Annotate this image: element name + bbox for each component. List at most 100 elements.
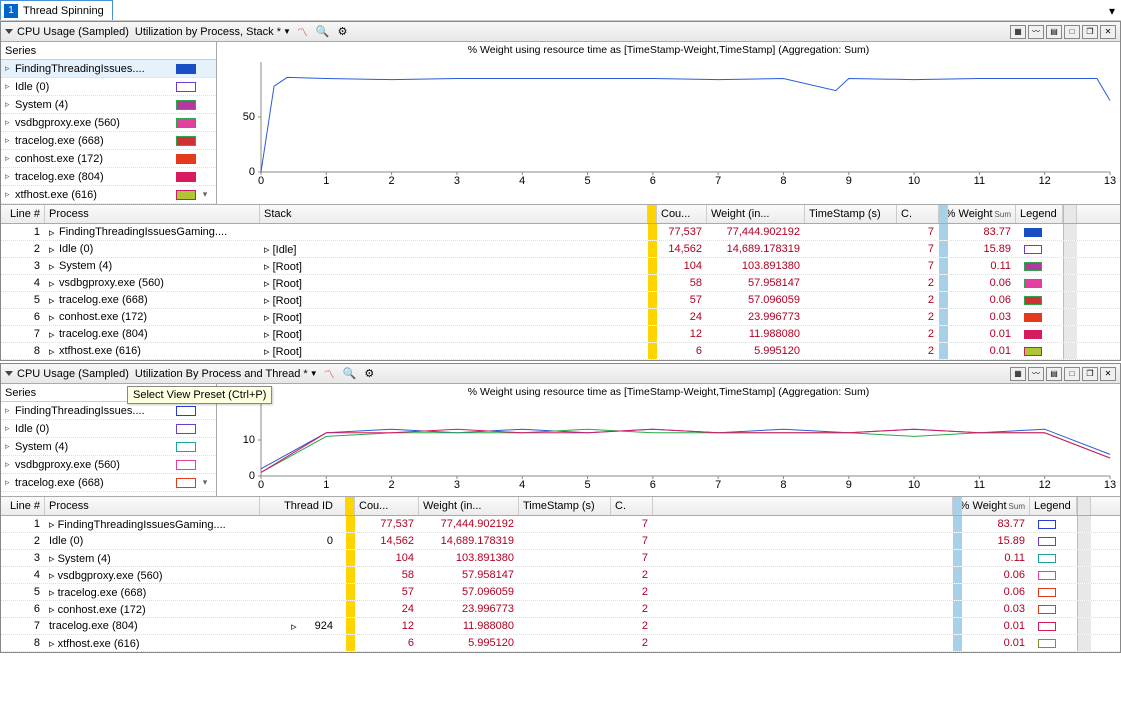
series-label: System (4) (15, 99, 176, 111)
col-timestamp[interactable]: TimeStamp (s) (805, 205, 897, 223)
table-row[interactable]: 6▹conhost.exe (172)▹ [Root]2423.99677320… (1, 309, 1120, 326)
view-table-icon[interactable]: ▦ (1010, 25, 1026, 39)
maximize-icon[interactable]: □ (1064, 25, 1080, 39)
scrollbar[interactable] (1063, 205, 1077, 223)
chart-area-1[interactable]: % Weight using resource time as [TimeSta… (217, 42, 1120, 192)
series-item[interactable]: ▹System (4) (1, 438, 216, 456)
series-item[interactable]: ▹tracelog.exe (804) (1, 168, 216, 186)
table-row[interactable]: 3▹System (4)▹ [Root]104103.89138070.11 (1, 258, 1120, 275)
table-row[interactable]: 8▹ xtfhost.exe (616)65.99512020.01 (1, 635, 1120, 652)
series-item[interactable]: ▹tracelog.exe (668) (1, 132, 216, 150)
expand-icon[interactable]: ▹ (5, 171, 15, 182)
table-row[interactable]: 4▹vsdbgproxy.exe (560)▹ [Root]5857.95814… (1, 275, 1120, 292)
view-both-icon[interactable]: ▤ (1046, 367, 1062, 381)
series-item[interactable]: ▹tracelog.exe (668)▾ (1, 474, 216, 492)
legend-swatch (1038, 588, 1056, 597)
expand-icon[interactable]: ▹ (5, 117, 15, 128)
col-weight[interactable]: Weight (in... (707, 205, 805, 223)
series-item[interactable]: ▹FindingThreadingIssues.... (1, 60, 216, 78)
col-count[interactable]: Cou... (657, 205, 707, 223)
gear-icon[interactable]: ⚙ (338, 25, 348, 38)
series-header: Series (1, 42, 216, 60)
maximize-icon[interactable]: □ (1064, 367, 1080, 381)
expand-icon[interactable]: ▹ (5, 405, 15, 416)
table-row[interactable]: 7 tracelog.exe (804)▹9241211.98808020.01 (1, 618, 1120, 635)
collapse-icon[interactable] (5, 29, 13, 34)
view-table-icon[interactable]: ▦ (1010, 367, 1026, 381)
close-icon[interactable]: ✕ (1100, 367, 1116, 381)
svg-text:2: 2 (389, 479, 395, 491)
table-row[interactable]: 2 Idle (0)014,56214,689.178319715.89 (1, 533, 1120, 550)
svg-text:9: 9 (846, 479, 852, 491)
col-weight[interactable]: Weight (in... (419, 497, 519, 515)
gear-icon[interactable]: ⚙ (364, 367, 374, 380)
expand-icon[interactable]: ▹ (5, 423, 15, 434)
series-item[interactable]: ▹vsdbgproxy.exe (560) (1, 456, 216, 474)
col-pct-weight[interactable]: % WeightSum (948, 205, 1016, 223)
window-menu-icon[interactable]: ▾ (1109, 4, 1115, 18)
view-chart-icon[interactable]: 〰 (1028, 25, 1044, 39)
col-stack[interactable]: Stack (260, 205, 648, 223)
col-line[interactable]: Line # (1, 497, 45, 515)
preset-dropdown[interactable]: Utilization By Process and Thread * ▼ (135, 368, 318, 380)
restore-icon[interactable]: ❐ (1082, 25, 1098, 39)
view-both-icon[interactable]: ▤ (1046, 25, 1062, 39)
expand-icon[interactable]: ▹ (5, 441, 15, 452)
preset-dropdown[interactable]: Utilization by Process, Stack * ▼ (135, 26, 291, 38)
col-process[interactable]: Process (45, 497, 260, 515)
table-row[interactable]: 3▹ System (4)104103.89138070.11 (1, 550, 1120, 567)
col-pct-weight[interactable]: % WeightSum (962, 497, 1030, 515)
table-row[interactable]: 8▹xtfhost.exe (616)▹ [Root]65.99512020.0… (1, 343, 1120, 360)
col-timestamp[interactable]: TimeStamp (s) (519, 497, 611, 515)
table-row[interactable]: 1▹FindingThreadingIssuesGaming....77,537… (1, 224, 1120, 241)
table-row[interactable]: 1▹ FindingThreadingIssuesGaming....77,53… (1, 516, 1120, 533)
view-chart-icon[interactable]: 〰 (1028, 367, 1044, 381)
col-line[interactable]: Line # (1, 205, 45, 223)
col-legend[interactable]: Legend (1030, 497, 1077, 515)
gold-separator (346, 497, 355, 515)
svg-text:8: 8 (780, 479, 786, 491)
col-thread-id[interactable]: Thread ID (260, 497, 346, 515)
chevron-down-icon[interactable]: ▾ (198, 189, 212, 200)
scrollbar[interactable] (1077, 497, 1091, 515)
svg-text:6: 6 (650, 479, 656, 491)
series-item[interactable]: ▹Idle (0) (1, 420, 216, 438)
col-c[interactable]: C. (897, 205, 939, 223)
expand-icon[interactable]: ▹ (5, 459, 15, 470)
series-item[interactable]: ▹Idle (0) (1, 78, 216, 96)
svg-text:8: 8 (780, 175, 786, 187)
series-item[interactable]: ▹vsdbgproxy.exe (560) (1, 114, 216, 132)
series-item[interactable]: ▹System (4) (1, 96, 216, 114)
expand-icon[interactable]: ▹ (5, 63, 15, 74)
chevron-down-icon[interactable]: ▾ (198, 477, 212, 488)
search-icon[interactable]: 🔍 (343, 367, 357, 380)
expand-icon[interactable]: ▹ (5, 189, 15, 200)
series-label: vsdbgproxy.exe (560) (15, 117, 176, 129)
col-legend[interactable]: Legend (1016, 205, 1063, 223)
table-row[interactable]: 6▹ conhost.exe (172)2423.99677320.03 (1, 601, 1120, 618)
series-item[interactable]: ▹xtfhost.exe (616)▾ (1, 186, 216, 204)
col-count[interactable]: Cou... (355, 497, 419, 515)
col-process[interactable]: Process (45, 205, 260, 223)
expand-icon[interactable]: ▹ (5, 135, 15, 146)
series-item[interactable]: ▹FindingThreadingIssues.... (1, 402, 216, 420)
search-icon[interactable]: 🔍 (316, 25, 330, 38)
chart-type-icon[interactable]: 〽 (324, 366, 335, 382)
tab-thread-spinning[interactable]: 1 Thread Spinning (0, 0, 113, 20)
chart-area-2[interactable]: % Weight using resource time as [TimeSta… (217, 384, 1120, 496)
expand-icon[interactable]: ▹ (5, 99, 15, 110)
chart-type-icon[interactable]: 〽 (297, 24, 308, 40)
table-row[interactable]: 5▹tracelog.exe (668)▹ [Root]5757.0960592… (1, 292, 1120, 309)
expand-icon[interactable]: ▹ (5, 153, 15, 164)
table-row[interactable]: 7▹tracelog.exe (804)▹ [Root]1211.9880802… (1, 326, 1120, 343)
series-item[interactable]: ▹conhost.exe (172) (1, 150, 216, 168)
close-icon[interactable]: ✕ (1100, 25, 1116, 39)
collapse-icon[interactable] (5, 371, 13, 376)
col-c[interactable]: C. (611, 497, 653, 515)
table-row[interactable]: 4▹ vsdbgproxy.exe (560)5857.95814720.06 (1, 567, 1120, 584)
expand-icon[interactable]: ▹ (5, 81, 15, 92)
table-row[interactable]: 5▹ tracelog.exe (668)5757.09605920.06 (1, 584, 1120, 601)
expand-icon[interactable]: ▹ (5, 477, 15, 488)
restore-icon[interactable]: ❐ (1082, 367, 1098, 381)
table-row[interactable]: 2▹Idle (0)▹ [Idle]14,56214,689.178319715… (1, 241, 1120, 258)
